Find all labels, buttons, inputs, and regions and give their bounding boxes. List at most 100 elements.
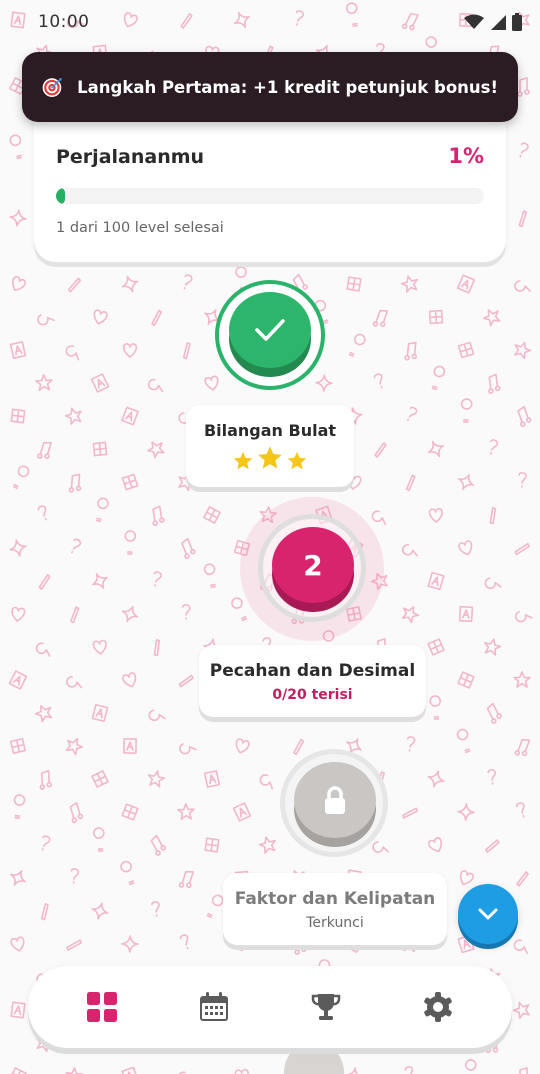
- doodle-shape: [431, 365, 446, 391]
- doodle-shape: [371, 510, 387, 526]
- doodle-shape: [121, 473, 139, 491]
- doodle-shape: [36, 441, 52, 459]
- doodle-shape: [12, 465, 30, 490]
- doodle-shape: [179, 743, 197, 755]
- doodle-shape: [404, 1066, 414, 1074]
- doodle-shape: [374, 442, 387, 458]
- doodle-shape: [65, 345, 80, 361]
- doodle-shape: [65, 1067, 83, 1074]
- level-2-subtitle: 0/20 terisi: [272, 687, 353, 703]
- achievement-toast: Langkah Pertama: +1 kredit petunjuk bonu…: [22, 52, 518, 122]
- doodle-shape: [486, 702, 502, 724]
- doodle-shape: [518, 210, 528, 228]
- doodle-shape: [153, 571, 162, 587]
- level-2-title: Pecahan dan Desimal: [209, 661, 416, 681]
- nav-achievements[interactable]: [296, 977, 356, 1037]
- doodle-shape: [204, 837, 220, 853]
- doodle-shape: [483, 638, 502, 656]
- doodle-shape: [458, 605, 474, 623]
- star-icon: [287, 451, 307, 470]
- doodle-shape: [373, 373, 383, 389]
- doodle-shape: [514, 341, 532, 360]
- doodle-shape: [458, 540, 473, 556]
- doodle-shape: [457, 341, 475, 359]
- doodle-shape: [401, 606, 420, 624]
- doodle-shape: [64, 407, 82, 425]
- doodle-shape: [151, 901, 160, 917]
- doodle-shape: [517, 405, 532, 427]
- nav-levels[interactable]: [72, 977, 132, 1037]
- doodle-shape: [515, 611, 533, 623]
- doodle-shape: [91, 770, 109, 788]
- doodle-shape: [41, 835, 51, 851]
- doodle-shape: [12, 275, 27, 292]
- signal-icon: [491, 15, 506, 30]
- doodle-shape: [258, 836, 276, 854]
- doodle-shape: [460, 398, 473, 423]
- doodle-shape: [345, 1067, 363, 1074]
- doodle-shape: [70, 868, 80, 884]
- doodle-shape: [518, 472, 527, 488]
- doodle-shape: [91, 703, 109, 723]
- doodle-shape: [514, 738, 531, 757]
- level-3-button[interactable]: [294, 762, 376, 838]
- scroll-down-button[interactable]: [458, 884, 518, 944]
- doodle-shape: [515, 802, 525, 818]
- doodle-shape: [456, 728, 471, 754]
- doodle-shape: [9, 209, 27, 227]
- doodle-shape: [517, 77, 530, 97]
- doodle-shape: [122, 672, 137, 688]
- grid-icon: [87, 992, 117, 1022]
- level-1-button[interactable]: [229, 292, 311, 368]
- doodle-shape: [10, 870, 26, 886]
- doodle-shape: [66, 676, 83, 689]
- doodle-shape: [69, 802, 84, 824]
- level-3-title: Faktor dan Kelipatan: [234, 889, 436, 909]
- doodle-shape: [93, 309, 108, 325]
- doodle-shape: [203, 506, 221, 524]
- doodle-shape: [487, 769, 497, 785]
- calendar-icon: [200, 992, 228, 1021]
- doodle-shape: [95, 497, 109, 523]
- bottom-nav: [28, 966, 512, 1048]
- trophy-icon: [311, 994, 341, 1020]
- progress-subtitle: 1 dari 100 level selesai: [56, 220, 224, 236]
- doodle-shape: [372, 841, 389, 853]
- nav-calendar[interactable]: [184, 977, 244, 1037]
- doodle-shape: [8, 670, 28, 690]
- doodle-shape: [91, 902, 109, 920]
- chevron-down-icon: [478, 908, 498, 920]
- doodle-shape: [70, 606, 80, 624]
- doodle-shape: [147, 378, 164, 393]
- doodle-shape: [372, 309, 389, 328]
- doodle-shape: [37, 505, 47, 521]
- wifi-icon: [464, 14, 484, 29]
- doodle-shape: [10, 408, 26, 424]
- doodle-shape: [514, 280, 531, 292]
- doodle-shape: [9, 1067, 27, 1074]
- doodle-shape: [484, 839, 500, 853]
- doodle-shape: [512, 1001, 530, 1020]
- star-icon: [258, 446, 282, 469]
- doodle-shape: [488, 373, 501, 394]
- doodle-shape: [10, 936, 25, 952]
- doodle-shape: [203, 770, 221, 788]
- doodle-shape: [178, 674, 194, 688]
- doodle-shape: [39, 769, 53, 790]
- doodle-shape: [516, 871, 529, 887]
- doodle-shape: [150, 834, 166, 856]
- level-2-button[interactable]: 2: [272, 527, 354, 603]
- doodle-shape: [37, 314, 55, 326]
- level-3-subtitle: Terkunci: [306, 915, 364, 931]
- doodle-shape: [234, 1068, 249, 1074]
- doodle-shape: [152, 505, 165, 526]
- doodle-shape: [121, 605, 139, 623]
- nav-settings[interactable]: [408, 977, 468, 1037]
- level-1-card[interactable]: Bilangan Bulat: [186, 405, 354, 487]
- level-3-card[interactable]: Faktor dan Kelipatan Terkunci: [223, 873, 447, 945]
- doodle-shape: [429, 695, 442, 720]
- level-1-stars: [186, 444, 354, 472]
- level-2-card[interactable]: Pecahan dan Desimal 0/20 terisi: [199, 645, 426, 717]
- doodle-shape: [406, 736, 416, 752]
- doodle-shape: [10, 738, 26, 754]
